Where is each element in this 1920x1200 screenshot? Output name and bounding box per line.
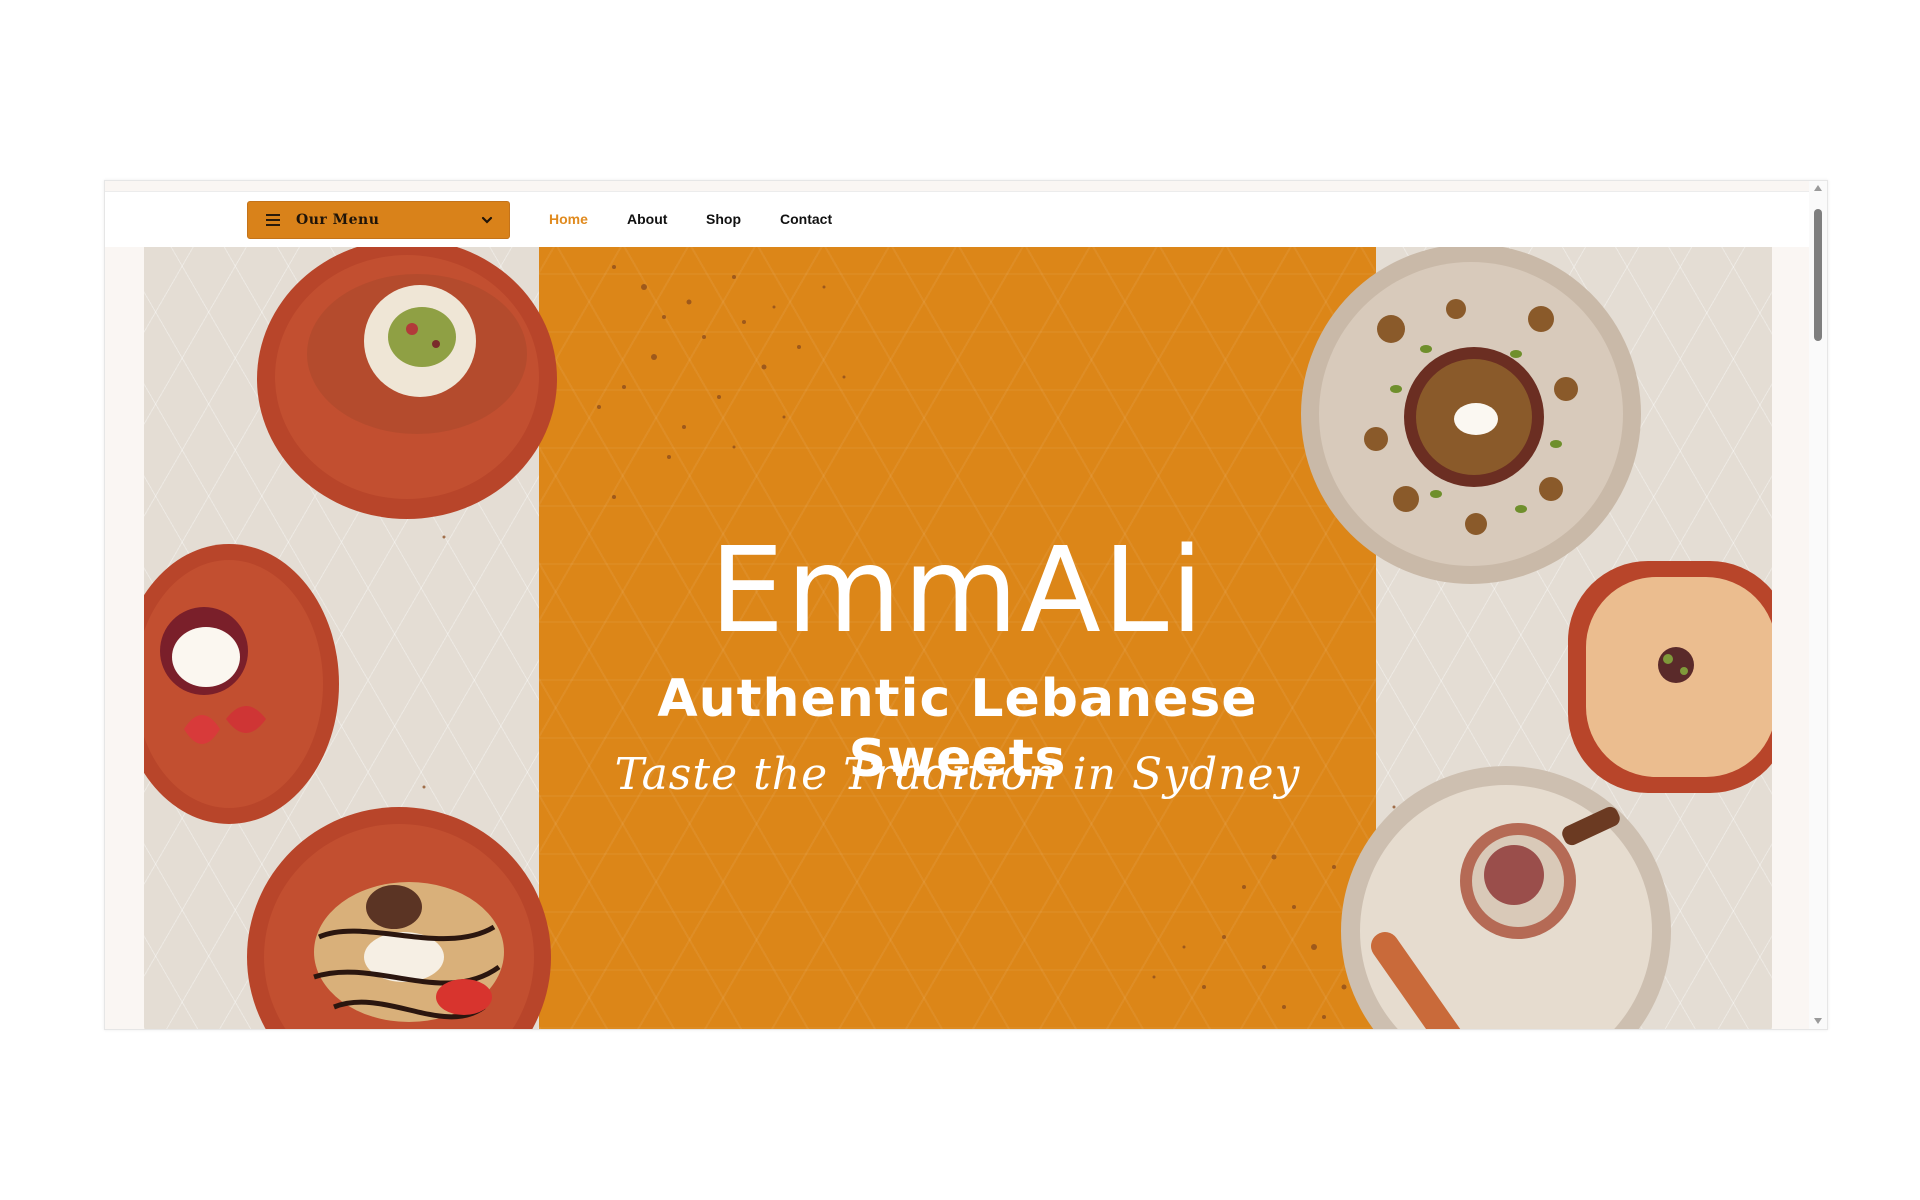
hero-banner: EmmALi Authentic Lebanese Sweets Taste t… bbox=[144, 247, 1772, 1029]
nav-link-contact[interactable]: Contact bbox=[780, 211, 832, 227]
dessert-plate-pistachio bbox=[257, 247, 557, 519]
dessert-plate-strawberry bbox=[144, 544, 339, 824]
dessert-plate-drink bbox=[1341, 766, 1671, 1029]
brand-logo-text: EmmALi bbox=[709, 521, 1206, 659]
nav-link-about[interactable]: About bbox=[627, 211, 667, 227]
dessert-plate-crepe bbox=[247, 807, 551, 1029]
nav-link-shop[interactable]: Shop bbox=[706, 211, 741, 227]
navbar: Our Menu Home About Shop Contact bbox=[105, 192, 1809, 247]
hamburger-icon bbox=[266, 214, 280, 226]
scroll-thumb[interactable] bbox=[1814, 209, 1822, 341]
scroll-up-arrow-icon[interactable] bbox=[1814, 185, 1822, 191]
nav-link-home[interactable]: Home bbox=[549, 211, 588, 227]
vertical-scrollbar[interactable] bbox=[1809, 181, 1827, 1029]
browser-viewport: Our Menu Home About Shop Contact EmmALi … bbox=[104, 180, 1828, 1030]
our-menu-label: Our Menu bbox=[296, 212, 380, 228]
our-menu-dropdown-button[interactable]: Our Menu bbox=[247, 201, 510, 239]
hero-subline: Taste the Tradition in Sydney bbox=[614, 749, 1301, 800]
chevron-down-icon bbox=[481, 216, 493, 224]
scroll-down-arrow-icon[interactable] bbox=[1814, 1018, 1822, 1024]
